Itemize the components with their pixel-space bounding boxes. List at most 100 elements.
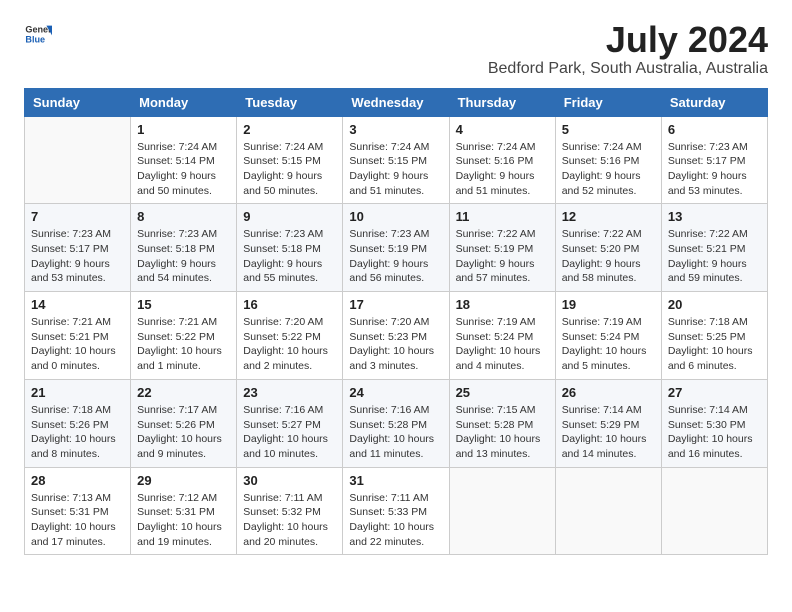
daylight-text: Daylight: 10 hours and 0 minutes. [31, 344, 124, 373]
day-info: Sunrise: 7:23 AM Sunset: 5:17 PM Dayligh… [31, 227, 124, 286]
day-number: 24 [349, 385, 442, 400]
daylight-text: Daylight: 9 hours and 56 minutes. [349, 257, 442, 286]
daylight-text: Daylight: 9 hours and 58 minutes. [562, 257, 655, 286]
day-number: 18 [456, 297, 549, 312]
calendar-cell [661, 467, 767, 555]
day-number: 6 [668, 122, 761, 137]
calendar-cell: 21 Sunrise: 7:18 AM Sunset: 5:26 PM Dayl… [25, 379, 131, 467]
daylight-text: Daylight: 10 hours and 10 minutes. [243, 432, 336, 461]
calendar-cell: 28 Sunrise: 7:13 AM Sunset: 5:31 PM Dayl… [25, 467, 131, 555]
sunset-text: Sunset: 5:29 PM [562, 418, 655, 433]
calendar-cell: 8 Sunrise: 7:23 AM Sunset: 5:18 PM Dayli… [131, 204, 237, 292]
sunrise-text: Sunrise: 7:23 AM [349, 227, 442, 242]
day-number: 16 [243, 297, 336, 312]
day-number: 13 [668, 209, 761, 224]
daylight-text: Daylight: 10 hours and 20 minutes. [243, 520, 336, 549]
sunrise-text: Sunrise: 7:23 AM [668, 140, 761, 155]
sunset-text: Sunset: 5:24 PM [562, 330, 655, 345]
day-info: Sunrise: 7:13 AM Sunset: 5:31 PM Dayligh… [31, 491, 124, 550]
sunset-text: Sunset: 5:14 PM [137, 154, 230, 169]
day-number: 5 [562, 122, 655, 137]
sunset-text: Sunset: 5:23 PM [349, 330, 442, 345]
sunrise-text: Sunrise: 7:14 AM [562, 403, 655, 418]
calendar-cell: 23 Sunrise: 7:16 AM Sunset: 5:27 PM Dayl… [237, 379, 343, 467]
calendar-cell: 25 Sunrise: 7:15 AM Sunset: 5:28 PM Dayl… [449, 379, 555, 467]
day-info: Sunrise: 7:24 AM Sunset: 5:16 PM Dayligh… [562, 140, 655, 199]
day-info: Sunrise: 7:14 AM Sunset: 5:29 PM Dayligh… [562, 403, 655, 462]
daylight-text: Daylight: 10 hours and 5 minutes. [562, 344, 655, 373]
sunset-text: Sunset: 5:32 PM [243, 505, 336, 520]
calendar-cell: 4 Sunrise: 7:24 AM Sunset: 5:16 PM Dayli… [449, 116, 555, 204]
calendar-week-row-2: 7 Sunrise: 7:23 AM Sunset: 5:17 PM Dayli… [25, 204, 768, 292]
sunset-text: Sunset: 5:18 PM [137, 242, 230, 257]
sunrise-text: Sunrise: 7:11 AM [349, 491, 442, 506]
sunrise-text: Sunrise: 7:22 AM [562, 227, 655, 242]
day-number: 14 [31, 297, 124, 312]
day-number: 15 [137, 297, 230, 312]
col-thursday: Thursday [449, 88, 555, 116]
calendar-cell: 17 Sunrise: 7:20 AM Sunset: 5:23 PM Dayl… [343, 292, 449, 380]
calendar-cell: 7 Sunrise: 7:23 AM Sunset: 5:17 PM Dayli… [25, 204, 131, 292]
daylight-text: Daylight: 9 hours and 55 minutes. [243, 257, 336, 286]
sunset-text: Sunset: 5:28 PM [456, 418, 549, 433]
sunset-text: Sunset: 5:19 PM [349, 242, 442, 257]
day-number: 8 [137, 209, 230, 224]
sunrise-text: Sunrise: 7:20 AM [243, 315, 336, 330]
svg-text:Blue: Blue [25, 34, 45, 44]
day-info: Sunrise: 7:24 AM Sunset: 5:16 PM Dayligh… [456, 140, 549, 199]
day-info: Sunrise: 7:22 AM Sunset: 5:19 PM Dayligh… [456, 227, 549, 286]
day-info: Sunrise: 7:20 AM Sunset: 5:22 PM Dayligh… [243, 315, 336, 374]
day-info: Sunrise: 7:11 AM Sunset: 5:32 PM Dayligh… [243, 491, 336, 550]
day-info: Sunrise: 7:23 AM Sunset: 5:19 PM Dayligh… [349, 227, 442, 286]
day-number: 7 [31, 209, 124, 224]
daylight-text: Daylight: 10 hours and 11 minutes. [349, 432, 442, 461]
calendar-cell: 13 Sunrise: 7:22 AM Sunset: 5:21 PM Dayl… [661, 204, 767, 292]
calendar-cell: 3 Sunrise: 7:24 AM Sunset: 5:15 PM Dayli… [343, 116, 449, 204]
sunset-text: Sunset: 5:31 PM [137, 505, 230, 520]
sunrise-text: Sunrise: 7:11 AM [243, 491, 336, 506]
sunrise-text: Sunrise: 7:24 AM [562, 140, 655, 155]
daylight-text: Daylight: 9 hours and 53 minutes. [31, 257, 124, 286]
calendar-cell: 30 Sunrise: 7:11 AM Sunset: 5:32 PM Dayl… [237, 467, 343, 555]
day-info: Sunrise: 7:20 AM Sunset: 5:23 PM Dayligh… [349, 315, 442, 374]
sunrise-text: Sunrise: 7:19 AM [456, 315, 549, 330]
daylight-text: Daylight: 9 hours and 57 minutes. [456, 257, 549, 286]
calendar-cell: 20 Sunrise: 7:18 AM Sunset: 5:25 PM Dayl… [661, 292, 767, 380]
sunset-text: Sunset: 5:21 PM [31, 330, 124, 345]
day-info: Sunrise: 7:23 AM Sunset: 5:18 PM Dayligh… [243, 227, 336, 286]
daylight-text: Daylight: 9 hours and 52 minutes. [562, 169, 655, 198]
daylight-text: Daylight: 9 hours and 51 minutes. [456, 169, 549, 198]
month-year-title: July 2024 [488, 20, 768, 60]
sunset-text: Sunset: 5:30 PM [668, 418, 761, 433]
day-info: Sunrise: 7:23 AM Sunset: 5:18 PM Dayligh… [137, 227, 230, 286]
col-monday: Monday [131, 88, 237, 116]
location-subtitle: Bedford Park, South Australia, Australia [488, 60, 768, 78]
day-number: 2 [243, 122, 336, 137]
daylight-text: Daylight: 10 hours and 9 minutes. [137, 432, 230, 461]
calendar-header-row: Sunday Monday Tuesday Wednesday Thursday… [25, 88, 768, 116]
page-header: General Blue July 2024 Bedford Park, Sou… [24, 20, 768, 78]
day-number: 25 [456, 385, 549, 400]
day-number: 9 [243, 209, 336, 224]
calendar-cell [449, 467, 555, 555]
daylight-text: Daylight: 9 hours and 51 minutes. [349, 169, 442, 198]
sunrise-text: Sunrise: 7:21 AM [137, 315, 230, 330]
day-number: 28 [31, 473, 124, 488]
daylight-text: Daylight: 10 hours and 14 minutes. [562, 432, 655, 461]
sunset-text: Sunset: 5:27 PM [243, 418, 336, 433]
sunset-text: Sunset: 5:22 PM [137, 330, 230, 345]
day-number: 30 [243, 473, 336, 488]
sunrise-text: Sunrise: 7:14 AM [668, 403, 761, 418]
daylight-text: Daylight: 10 hours and 8 minutes. [31, 432, 124, 461]
sunrise-text: Sunrise: 7:21 AM [31, 315, 124, 330]
day-info: Sunrise: 7:18 AM Sunset: 5:26 PM Dayligh… [31, 403, 124, 462]
sunrise-text: Sunrise: 7:15 AM [456, 403, 549, 418]
day-number: 17 [349, 297, 442, 312]
daylight-text: Daylight: 10 hours and 1 minute. [137, 344, 230, 373]
calendar-cell: 24 Sunrise: 7:16 AM Sunset: 5:28 PM Dayl… [343, 379, 449, 467]
day-number: 27 [668, 385, 761, 400]
calendar-cell: 15 Sunrise: 7:21 AM Sunset: 5:22 PM Dayl… [131, 292, 237, 380]
day-info: Sunrise: 7:22 AM Sunset: 5:21 PM Dayligh… [668, 227, 761, 286]
col-wednesday: Wednesday [343, 88, 449, 116]
sunrise-text: Sunrise: 7:22 AM [456, 227, 549, 242]
